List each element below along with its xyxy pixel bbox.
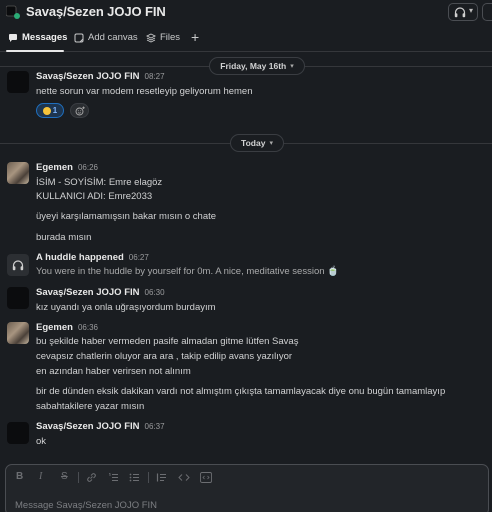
message-text: burada mısın xyxy=(36,232,92,243)
message-sender[interactable]: Savaş/Sezen JOJO FIN 06:37 xyxy=(36,421,165,432)
tab-add-canvas[interactable]: Add canvas xyxy=(74,32,138,43)
message-time[interactable]: 06:30 xyxy=(145,288,165,297)
reaction-count: 1 xyxy=(52,106,58,115)
bold-button[interactable]: B xyxy=(16,471,23,482)
canvas-icon xyxy=(74,33,84,42)
avatar[interactable] xyxy=(7,322,29,344)
avatar[interactable] xyxy=(7,422,29,444)
add-reaction-button[interactable] xyxy=(70,103,89,118)
files-stack-icon xyxy=(146,32,156,43)
toolbar-divider xyxy=(78,472,79,483)
message-sender: A huddle happened 06:27 xyxy=(36,252,149,263)
add-tab-plus-icon[interactable]: + xyxy=(191,29,199,45)
message-time[interactable]: 06:37 xyxy=(145,422,165,431)
chevron-down-icon: ▾ xyxy=(269,140,273,147)
message-text: cevapsız chatlerin oluyor ara ara , taki… xyxy=(36,351,293,362)
message-text: ok xyxy=(36,436,47,447)
message-text: bir de dünden eksik dakikan vardı not al… xyxy=(36,386,446,397)
numbered-list-icon[interactable] xyxy=(108,472,119,483)
message-composer[interactable]: B I S Message Savaş/Sezen JOJO FIN xyxy=(5,464,489,512)
huddle-avatar xyxy=(7,254,29,276)
message-time[interactable]: 06:26 xyxy=(78,163,98,172)
link-icon[interactable] xyxy=(86,472,97,483)
message-text: sabahtakilere yazar mısın xyxy=(36,401,145,412)
tab-files[interactable]: Files xyxy=(146,32,180,43)
chevron-down-icon: ▾ xyxy=(290,63,294,70)
message-time[interactable]: 06:27 xyxy=(129,253,149,262)
message-text: üyeyi karşılamamışsın bakar mısın o chat… xyxy=(36,211,217,222)
tab-label: Messages xyxy=(22,32,68,43)
blockquote-icon[interactable] xyxy=(156,472,167,483)
channel-title[interactable]: Savaş/Sezen JOJO FIN xyxy=(26,4,166,19)
date-divider-first[interactable]: Friday, May 16th ▾ xyxy=(209,57,305,75)
message-sender[interactable]: Savaş/Sezen JOJO FIN 06:30 xyxy=(36,287,165,298)
message-bubble-icon xyxy=(9,33,17,42)
italic-button[interactable]: I xyxy=(39,471,42,482)
code-block-icon[interactable] xyxy=(200,472,212,483)
tab-label: Files xyxy=(160,32,181,43)
add-emoji-icon xyxy=(75,106,85,115)
huddle-button[interactable]: ▾ xyxy=(448,3,478,21)
message-sender[interactable]: Savaş/Sezen JOJO FIN 08:27 xyxy=(36,71,165,82)
message-sender[interactable]: Egemen 06:36 xyxy=(36,322,98,333)
chevron-down-icon: ▾ xyxy=(469,6,474,15)
message-text: You were in the huddle by yourself for 0… xyxy=(36,266,339,277)
message-text: nette sorun var modem resetleyip geliyor… xyxy=(36,86,253,97)
code-icon[interactable] xyxy=(178,472,190,483)
tab-label: Add canvas xyxy=(88,32,138,43)
message-text: İSİM - SOYİSİM: Emre elagöz xyxy=(36,177,163,188)
date-divider-today[interactable]: Today ▾ xyxy=(230,134,284,152)
message-input-placeholder[interactable]: Message Savaş/Sezen JOJO FIN xyxy=(15,500,157,511)
bulleted-list-icon[interactable] xyxy=(129,472,140,483)
avatar[interactable] xyxy=(7,287,29,309)
message-text: en azından haber verirsen not alınım xyxy=(36,366,191,377)
message-time[interactable]: 06:36 xyxy=(78,323,98,332)
reaction-pill[interactable]: 1 xyxy=(36,103,64,118)
message-text: kız uyandı ya onla uğraşıyordum burdayım xyxy=(36,302,216,313)
message-sender[interactable]: Egemen 06:26 xyxy=(36,162,98,173)
date-label: Today xyxy=(241,138,266,148)
smile-emoji-icon xyxy=(42,106,51,115)
avatar[interactable] xyxy=(7,162,29,184)
headphones-icon xyxy=(12,259,24,270)
channel-header: Savaş/Sezen JOJO FIN ▾ xyxy=(0,0,492,28)
avatar[interactable] xyxy=(7,71,29,93)
message-time[interactable]: 08:27 xyxy=(145,72,165,81)
toolbar-divider xyxy=(148,472,149,483)
message-text: KULLANICI ADI: Emre2033 xyxy=(36,191,153,202)
channel-tabs: Messages Add canvas Files + xyxy=(0,28,492,52)
strikethrough-button[interactable]: S xyxy=(61,471,68,482)
channel-icon xyxy=(6,5,20,19)
date-label: Friday, May 16th xyxy=(220,61,287,71)
tab-messages[interactable]: Messages xyxy=(8,32,67,43)
headphones-icon xyxy=(454,7,466,18)
more-button[interactable] xyxy=(482,3,492,21)
active-tab-indicator xyxy=(6,50,64,52)
message-text: bu şekilde haber vermeden pasife almadan… xyxy=(36,336,299,347)
